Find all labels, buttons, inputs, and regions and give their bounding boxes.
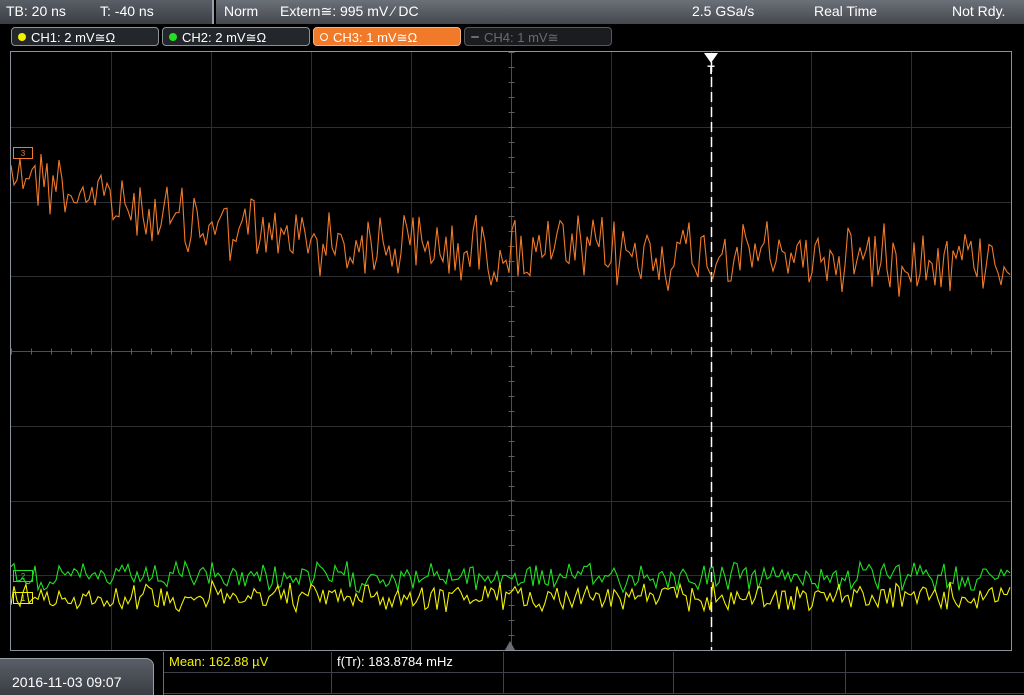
timebase-readout[interactable]: TB: 20 ns	[6, 3, 66, 19]
trigger-source[interactable]: Extern≅: 995 mV ⁄ DC	[280, 3, 419, 20]
ready-state: Not Rdy.	[952, 3, 1006, 19]
measurement-slot-empty[interactable]	[504, 652, 674, 673]
ch1-level-marker[interactable]: 1	[13, 592, 33, 604]
date-time-panel: 2016-11-03 09:07	[0, 658, 154, 695]
measurement-slot-empty[interactable]	[332, 673, 504, 694]
acquisition-panel: Norm Extern≅: 995 mV ⁄ DC 2.5 GSa/s Real…	[216, 0, 1024, 24]
measurement-slot-empty[interactable]	[674, 652, 846, 673]
trigger-position-label: T	[707, 63, 715, 77]
acquisition-mode[interactable]: Real Time	[814, 3, 877, 19]
ch3-level-marker[interactable]: 3	[13, 147, 33, 159]
ch4-off-icon	[471, 35, 479, 38]
ch1-trace	[11, 578, 1011, 614]
channel-label: CH2: 2 mV≅Ω	[182, 30, 267, 46]
timebase-panel[interactable]: TB: 20 ns T: -40 ns	[0, 0, 214, 24]
channel-bar: CH1: 2 mV≅Ω CH2: 2 mV≅Ω CH3: 1 mV≅Ω CH4:…	[0, 24, 1024, 50]
waveform-display[interactable]: 3 2 1	[10, 51, 1012, 651]
channel-label: CH1: 2 mV≅Ω	[31, 30, 116, 46]
time-reference-icon	[505, 641, 515, 650]
status-bar: TB: 20 ns T: -40 ns Norm Extern≅: 995 mV…	[0, 0, 1024, 24]
measurement-slot-empty[interactable]	[674, 673, 846, 694]
measurement-mean[interactable]: Mean: 162.88 µV	[164, 652, 332, 673]
ch3-trace	[11, 153, 1011, 297]
measurement-slot-empty[interactable]	[846, 652, 1024, 673]
measurement-slot-empty[interactable]	[846, 673, 1024, 694]
trigger-offset-readout[interactable]: T: -40 ns	[100, 3, 154, 19]
channel-tab-ch1[interactable]: CH1: 2 mV≅Ω	[11, 27, 159, 46]
channel-tab-ch2[interactable]: CH2: 2 mV≅Ω	[162, 27, 310, 46]
measurement-frequency[interactable]: f(Tr): 183.8784 mHz	[332, 652, 504, 673]
measurement-panel[interactable]: Mean: 162.88 µV f(Tr): 183.8784 mHz	[163, 652, 1024, 695]
sample-rate[interactable]: 2.5 GSa/s	[692, 3, 754, 19]
footer-bar: 2016-11-03 09:07 Mean: 162.88 µV f(Tr): …	[0, 652, 1024, 695]
ch3-color-icon	[320, 32, 328, 41]
channel-label: CH3: 1 mV≅Ω	[333, 30, 418, 46]
ch2-level-marker[interactable]: 2	[13, 570, 33, 582]
channel-tab-ch3[interactable]: CH3: 1 mV≅Ω	[313, 27, 461, 46]
channel-tab-ch4[interactable]: CH4: 1 mV≅	[464, 27, 612, 46]
measurement-slot-empty[interactable]	[164, 673, 332, 694]
date-time: 2016-11-03 09:07	[12, 674, 122, 690]
trigger-position-icon[interactable]	[704, 53, 718, 63]
waveform-traces	[11, 153, 1011, 614]
measurement-slot-empty[interactable]	[504, 673, 674, 694]
trigger-mode[interactable]: Norm	[224, 3, 258, 19]
channel-label: CH4: 1 mV≅	[484, 30, 559, 46]
ch2-color-icon	[169, 32, 177, 41]
ch1-color-icon	[18, 32, 26, 41]
